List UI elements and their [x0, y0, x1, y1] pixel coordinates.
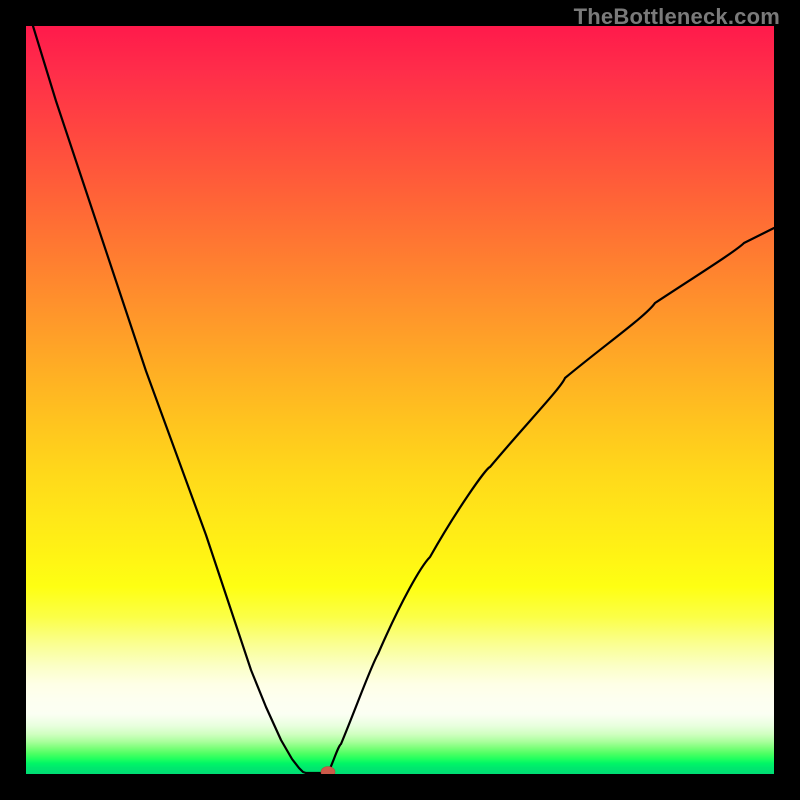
- plot-area: [26, 26, 774, 774]
- attribution-text: TheBottleneck.com: [574, 4, 780, 30]
- chart-stage: TheBottleneck.com: [0, 0, 800, 800]
- curve-left-branch: [33, 26, 306, 773]
- curve-right-branch: [328, 228, 774, 773]
- optimum-marker: [321, 767, 335, 775]
- bottleneck-curve: [26, 26, 774, 774]
